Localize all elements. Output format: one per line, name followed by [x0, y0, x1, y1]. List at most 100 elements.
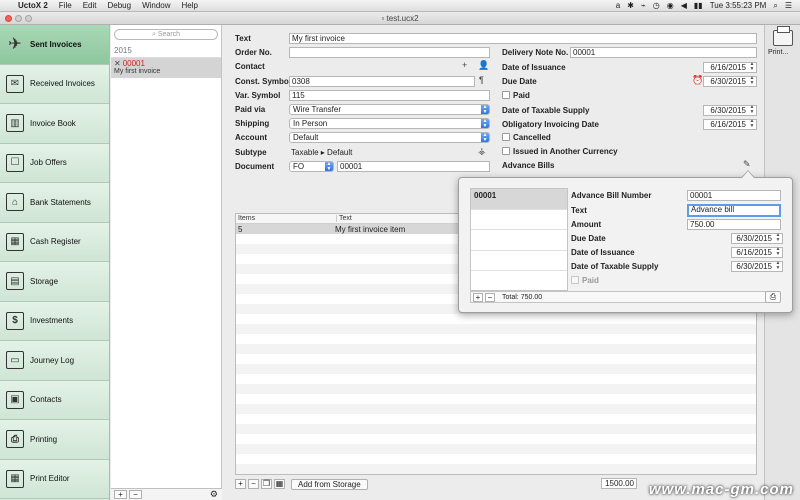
unpaid-x-icon: ✕ [114, 59, 121, 68]
add-invoice-button[interactable]: + [114, 490, 127, 499]
advance-bill-due-stepper[interactable]: ▲ ▼ [775, 233, 781, 244]
sidebar-item-storage[interactable]: ▤ Storage [0, 262, 109, 302]
advance-bills-label: Advance Bills [502, 161, 555, 170]
alarm-clock-icon[interactable]: ⏰ [692, 75, 703, 86]
paid-via-select[interactable]: Wire Transfer ▲ ▼ [289, 104, 490, 115]
books-icon: ▥ [6, 114, 24, 133]
sidebar-item-invoice-book[interactable]: ▥ Invoice Book [0, 104, 109, 144]
var-symbol-label: Var. Symbol [235, 91, 281, 100]
storage-grid-button[interactable]: ▦ [274, 479, 285, 489]
advance-bill-taxable-stepper[interactable]: ▲ ▼ [775, 261, 781, 272]
another-currency-checkbox[interactable] [502, 147, 510, 155]
chevron-updown-icon: ▲ ▼ [325, 161, 333, 172]
print-advance-bill-button[interactable]: ⎙ [765, 291, 781, 303]
document-series-select[interactable]: FO ▲ ▼ [289, 161, 334, 172]
advance-bill-paid-label: Paid [582, 276, 599, 285]
column-header-text[interactable]: Text [336, 215, 352, 222]
column-header-items[interactable]: Items [238, 215, 255, 222]
item-quantity: 5 [238, 225, 243, 234]
window-title: ▫ test.ucx2 [381, 14, 419, 23]
advance-bills-icon[interactable]: ✎ [743, 159, 751, 170]
invoice-list-panel: ⌕ Search 2015 ✕ 00001 My first invoice + −… [111, 25, 222, 500]
remove-advance-bill-button[interactable]: − [485, 292, 495, 302]
sync-icon[interactable]: ⌁ [641, 1, 646, 10]
remove-item-button[interactable]: − [248, 479, 259, 489]
sidebar-item-received-invoices[interactable]: ✉ Received Invoices [0, 64, 109, 104]
sidebar-item-journey-log[interactable]: ▭ Journey Log [0, 341, 109, 381]
document-number-field[interactable]: 00001 [337, 161, 490, 172]
printer-icon: ⎙ [6, 430, 24, 449]
person-icon[interactable]: 👤 [478, 60, 489, 71]
input-source-icon[interactable]: a [616, 1, 620, 10]
advance-bill-number-field[interactable]: 00001 [687, 190, 781, 201]
menu-file[interactable]: File [59, 1, 72, 10]
menu-debug[interactable]: Debug [107, 1, 131, 10]
add-contact-icon[interactable]: + [462, 60, 467, 70]
document-label: Document [235, 162, 275, 171]
add-advance-bill-button[interactable]: + [473, 292, 483, 302]
sidebar-item-investments[interactable]: $ Investments [0, 301, 109, 341]
var-symbol-field[interactable]: 115 [289, 90, 490, 101]
issuance-date-stepper[interactable]: ▲ ▼ [749, 62, 755, 73]
sidebar-item-bank-statements[interactable]: ⌂ Bank Statements [0, 183, 109, 223]
remove-invoice-button[interactable]: − [129, 490, 142, 499]
advance-bills-list: 00001 [470, 188, 568, 291]
list-item[interactable]: ✕ 00001 My first invoice [111, 58, 221, 78]
sidebar-item-cash-register[interactable]: ▦ Cash Register [0, 222, 109, 262]
advance-total-label: Total: [502, 293, 519, 301]
add-from-storage-button[interactable]: Add from Storage [291, 478, 368, 490]
menu-edit[interactable]: Edit [83, 1, 97, 10]
delivery-note-field[interactable]: 00001 [570, 47, 757, 58]
bluetooth-icon[interactable]: ✱ [627, 1, 634, 10]
wifi-icon[interactable]: ◉ [667, 1, 674, 10]
paid-checkbox[interactable] [502, 91, 510, 99]
advance-bill-text-field[interactable]: Advance bill [687, 204, 781, 217]
cancelled-checkbox[interactable] [502, 133, 510, 141]
shipping-select[interactable]: In Person ▲ ▼ [289, 118, 490, 129]
advance-bill-issuance-stepper[interactable]: ▲ ▼ [775, 247, 781, 258]
subtype-value[interactable]: Taxable ▸ Default [291, 148, 352, 157]
cancelled-label: Cancelled [513, 133, 551, 142]
clock[interactable]: Tue 3:55:23 PM [710, 1, 767, 10]
due-date-label: Due Date [502, 77, 537, 86]
advance-bill-amount-field[interactable]: 750.00 [687, 219, 781, 230]
print-button-label[interactable]: Print... [768, 49, 788, 56]
sidebar-item-printing[interactable]: ⎙ Printing [0, 420, 109, 460]
paragraph-icon[interactable]: ¶ [479, 75, 484, 85]
volume-icon[interactable]: ◀ [681, 1, 687, 10]
list-item[interactable]: 00001 [471, 189, 567, 210]
search-icon[interactable]: ⌕ [773, 1, 777, 11]
printer-icon[interactable] [773, 26, 793, 46]
list-icon[interactable]: ☰ [785, 1, 792, 10]
hierarchy-icon[interactable]: ⚶ [478, 146, 486, 157]
chevron-updown-icon: ▲ ▼ [481, 118, 489, 129]
items-footer: + − ❐ ▦ Add from Storage [235, 478, 368, 490]
sidebar-item-sent-invoices[interactable]: ✈ Sent Invoices [0, 25, 109, 65]
advance-bill-paid-checkbox[interactable] [571, 276, 579, 284]
invoice-number: 00001 [122, 59, 145, 68]
sidebar-item-print-editor[interactable]: ▦ Print Editor [0, 459, 109, 499]
chevron-updown-icon: ▲ ▼ [481, 132, 489, 143]
cash-register-icon: ▦ [6, 232, 24, 251]
time-machine-icon[interactable]: ◷ [653, 1, 660, 10]
chevron-updown-icon: ▲ ▼ [481, 104, 489, 115]
menu-app[interactable]: UctoX 2 [18, 1, 48, 10]
items-total-field: 1500.00 [601, 478, 637, 489]
add-item-button[interactable]: + [235, 479, 246, 489]
sidebar-item-contacts[interactable]: ▣ Contacts [0, 380, 109, 420]
duplicate-item-button[interactable]: ❐ [261, 479, 272, 489]
gear-icon[interactable]: ⚙ [210, 489, 218, 500]
account-select[interactable]: Default ▲ ▼ [289, 132, 490, 143]
battery-icon[interactable]: ▮▮ [694, 1, 703, 10]
sidebar-item-job-offers[interactable]: ☐ Job Offers [0, 143, 109, 183]
due-date-stepper[interactable]: ▲ ▼ [749, 76, 755, 87]
const-symbol-field[interactable]: 0308 [289, 76, 475, 87]
invoice-text: My first invoice [114, 68, 161, 75]
taxable-supply-stepper[interactable]: ▲ ▼ [749, 105, 755, 116]
order-field[interactable] [289, 47, 490, 58]
menu-window[interactable]: Window [142, 1, 170, 10]
menu-help[interactable]: Help [182, 1, 198, 10]
search-input[interactable]: ⌕ Search [114, 29, 218, 40]
text-field[interactable]: My first invoice [289, 33, 757, 44]
obligatory-date-stepper[interactable]: ▲ ▼ [749, 119, 755, 130]
